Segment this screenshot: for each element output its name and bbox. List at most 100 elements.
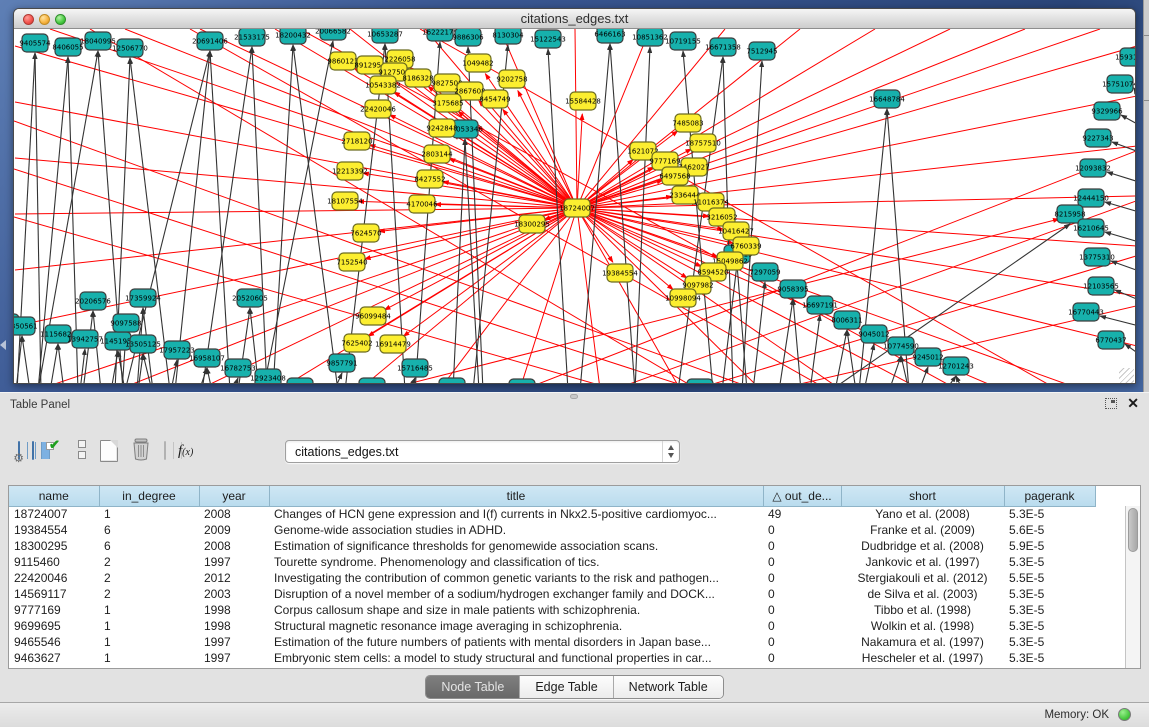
network-node[interactable]: 2803144 xyxy=(421,145,453,163)
network-node[interactable]: 20206576 xyxy=(75,292,111,310)
network-node[interactable]: 17359924 xyxy=(125,289,161,307)
row-options-icon[interactable] xyxy=(78,440,88,462)
column-header-in_degree[interactable]: in_degree xyxy=(99,486,199,506)
table-row[interactable]: 969969511998Structural magnetic resonanc… xyxy=(9,618,1125,634)
close-panel-icon[interactable]: ✕ xyxy=(1127,397,1139,409)
network-node[interactable]: 21533175 xyxy=(234,29,270,46)
network-node[interactable]: 13942757 xyxy=(67,330,103,348)
network-node[interactable]: 12506770 xyxy=(112,39,148,57)
network-node[interactable]: 9405574 xyxy=(19,34,51,52)
network-node[interactable]: 10851362 xyxy=(632,29,668,46)
network-node[interactable]: 16304518 xyxy=(354,378,390,384)
network-node[interactable]: 1049482 xyxy=(462,54,493,72)
network-node[interactable]: 7512945 xyxy=(746,42,777,60)
network-node[interactable]: 12444150 xyxy=(1073,189,1109,207)
column-header-out_de[interactable]: △ out_de... xyxy=(763,486,841,506)
network-node[interactable]: 2718120 xyxy=(341,132,372,150)
network-node[interactable]: 7624570 xyxy=(350,224,381,242)
network-node[interactable]: 12103565 xyxy=(1083,277,1119,295)
table-row[interactable]: 911546021997Tourette syndrome. Phenomeno… xyxy=(9,554,1125,570)
table-row[interactable]: 946362711997Embryonic stem cells: a mode… xyxy=(9,650,1125,666)
vertical-scrollbar[interactable] xyxy=(1125,506,1140,668)
network-node[interactable]: 10653287 xyxy=(367,29,403,43)
network-canvas[interactable]: 9405574840605518040995125067702069140621… xyxy=(14,29,1135,384)
network-node[interactable]: 20691406 xyxy=(192,32,228,50)
show-columns-icon[interactable] xyxy=(32,442,34,460)
network-node[interactable]: 7485083 xyxy=(672,114,703,132)
network-node[interactable]: 8454749 xyxy=(479,90,510,108)
network-node[interactable]: 9227343 xyxy=(1082,129,1113,147)
network-node[interactable]: 13775310 xyxy=(1079,248,1115,266)
tab-network-table[interactable]: Network Table xyxy=(613,676,723,698)
table-options-icon[interactable]: ⚙ xyxy=(18,442,20,460)
network-node[interactable]: 9135426 xyxy=(284,378,316,384)
network-node[interactable]: 6466163 xyxy=(594,29,625,43)
table-row[interactable]: 1456911722003Disruption of a novel membe… xyxy=(9,586,1125,602)
network-node[interactable]: 9886306 xyxy=(452,29,484,46)
collapse-panel-arrow-icon[interactable] xyxy=(0,340,6,350)
network-node[interactable]: 13505125 xyxy=(125,335,161,353)
table-row[interactable]: 977716911998Corpus callosum shape and si… xyxy=(9,602,1125,618)
network-node[interactable]: 7625402 xyxy=(341,334,372,352)
network-node[interactable]: 3175685 xyxy=(432,94,463,112)
network-node[interactable]: 15751074 xyxy=(1102,75,1135,93)
splitter-handle[interactable] xyxy=(570,394,578,399)
network-node[interactable]: 10719155 xyxy=(665,32,701,50)
network-node[interactable]: 12701243 xyxy=(938,357,974,375)
network-node[interactable]: 8427552 xyxy=(414,170,445,188)
network-node[interactable]: 18200432 xyxy=(275,29,311,44)
network-node[interactable]: 18107554 xyxy=(327,192,363,210)
table-row[interactable]: 1830029562008Estimation of significance … xyxy=(9,538,1125,554)
network-node[interactable]: 15584428 xyxy=(565,92,601,110)
network-node[interactable]: 11073755 xyxy=(504,379,540,384)
network-node[interactable]: 16648784 xyxy=(869,90,905,108)
select-columns-icon[interactable]: ✔ ✔ xyxy=(46,440,66,462)
network-node[interactable]: 6770437 xyxy=(1095,331,1126,349)
network-node[interactable]: 9097588 xyxy=(110,314,141,332)
network-node[interactable]: 96099484 xyxy=(355,307,391,325)
network-node[interactable]: 9242848 xyxy=(426,119,457,137)
network-node[interactable]: 22420046 xyxy=(360,100,396,118)
column-header-title[interactable]: title xyxy=(269,486,763,506)
table-row[interactable]: 946554611997Estimation of the future num… xyxy=(9,634,1125,650)
network-node[interactable]: 15716485 xyxy=(397,359,433,377)
network-node[interactable]: 16671358 xyxy=(705,38,741,56)
delete-column-icon[interactable] xyxy=(130,437,152,466)
table-row[interactable]: 2242004622012Investigating the contribut… xyxy=(9,570,1125,586)
column-header-name[interactable]: name xyxy=(9,486,99,506)
network-node[interactable]: 10543382 xyxy=(365,76,401,94)
resize-grip-icon[interactable] xyxy=(1119,368,1134,383)
network-node[interactable]: 15931405 xyxy=(1115,48,1135,66)
network-node[interactable]: 12093832 xyxy=(1075,159,1111,177)
float-panel-icon[interactable] xyxy=(1105,398,1117,409)
network-node[interactable]: 20520605 xyxy=(232,289,268,307)
column-header-pagerank[interactable]: pagerank xyxy=(1004,486,1095,506)
scrollbar-thumb[interactable] xyxy=(1128,508,1138,552)
network-node[interactable]: 16697191 xyxy=(802,296,838,314)
network-node[interactable]: 7297059 xyxy=(749,263,780,281)
network-node[interactable]: 9058395 xyxy=(777,280,808,298)
network-node[interactable]: 9857791 xyxy=(326,354,357,372)
table-row[interactable]: 1872400712008Changes of HCN gene express… xyxy=(9,506,1125,522)
network-node[interactable]: 18300295 xyxy=(514,215,550,233)
network-node[interactable]: 9329966 xyxy=(1091,102,1123,120)
network-node[interactable]: 7152540 xyxy=(336,253,367,271)
network-node[interactable]: 9202758 xyxy=(496,70,527,88)
delete-table-icon[interactable] xyxy=(164,442,166,460)
network-node[interactable]: 10998094 xyxy=(665,289,701,307)
network-node[interactable]: 12213392 xyxy=(332,162,368,180)
network-node[interactable]: 10774590 xyxy=(883,337,919,355)
network-node[interactable]: 19384554 xyxy=(602,264,638,282)
network-node[interactable]: 15122543 xyxy=(530,30,566,48)
column-header-year[interactable]: year xyxy=(199,486,269,506)
column-header-short[interactable]: short xyxy=(841,486,1004,506)
selector-spinner-icon[interactable] xyxy=(662,441,679,462)
network-node[interactable]: 20066582 xyxy=(315,29,351,40)
network-node[interactable]: 9350561 xyxy=(14,317,38,335)
network-node[interactable]: 9045012 xyxy=(858,325,889,343)
network-node[interactable]: 16770443 xyxy=(1068,303,1104,321)
network-node[interactable]: 4170046 xyxy=(406,195,438,213)
network-node[interactable]: 8006311 xyxy=(831,311,862,329)
tab-edge-table[interactable]: Edge Table xyxy=(519,676,612,698)
network-node[interactable]: 18040995 xyxy=(80,32,116,50)
